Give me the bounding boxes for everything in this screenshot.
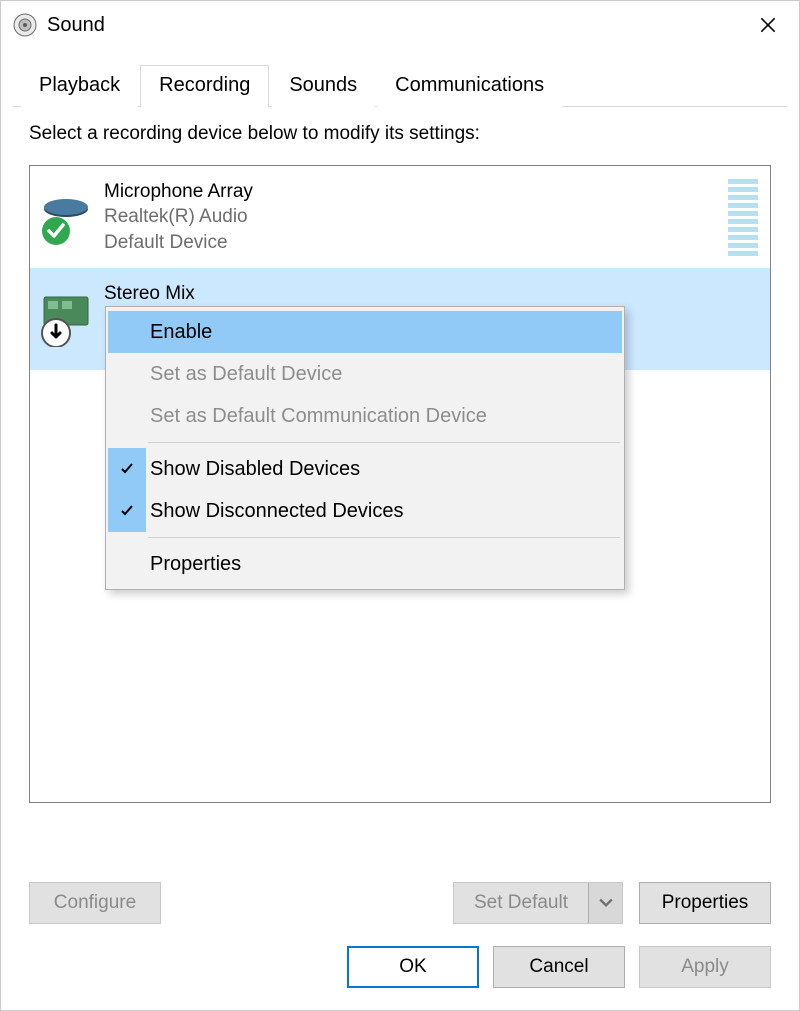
tab-sounds[interactable]: Sounds <box>271 66 375 107</box>
window-title: Sound <box>47 14 745 37</box>
titlebar: Sound <box>1 1 799 49</box>
check-icon <box>108 448 146 490</box>
properties-button[interactable]: Properties <box>639 882 771 924</box>
device-provider: Realtek(R) Audio <box>104 204 253 230</box>
cm-check-col <box>108 353 146 395</box>
device-texts: Microphone Array Realtek(R) Audio Defaul… <box>104 179 253 256</box>
cm-label: Set as Default Device <box>146 363 342 386</box>
context-menu-properties[interactable]: Properties <box>108 543 622 585</box>
cm-label: Set as Default Communication Device <box>146 405 487 428</box>
close-button[interactable] <box>745 2 791 48</box>
cm-separator <box>148 442 620 443</box>
cm-label: Properties <box>146 553 241 576</box>
device-name: Microphone Array <box>104 179 253 205</box>
cm-label: Show Disconnected Devices <box>146 500 403 523</box>
apply-button: Apply <box>639 946 771 988</box>
context-menu-set-default-comm: Set as Default Communication Device <box>108 395 622 437</box>
chevron-down-icon <box>588 883 622 923</box>
device-list[interactable]: Microphone Array Realtek(R) Audio Defaul… <box>29 165 771 803</box>
dialog-buttons: OK Cancel Apply <box>1 924 799 1010</box>
cm-check-col <box>108 311 146 353</box>
configure-button: Configure <box>29 882 161 924</box>
tab-recording[interactable]: Recording <box>140 65 269 108</box>
ok-button[interactable]: OK <box>347 946 479 988</box>
cancel-button[interactable]: Cancel <box>493 946 625 988</box>
microphone-icon <box>38 189 94 245</box>
cm-check-col <box>108 395 146 437</box>
tabs: Playback Recording Sounds Communications <box>1 49 799 107</box>
device-name: Stereo Mix <box>104 281 195 307</box>
context-menu: Enable Set as Default Device Set as Defa… <box>105 306 625 590</box>
cm-separator <box>148 537 620 538</box>
context-menu-show-disabled[interactable]: Show Disabled Devices <box>108 448 622 490</box>
tab-playback[interactable]: Playback <box>21 66 138 107</box>
cm-label: Show Disabled Devices <box>146 458 360 481</box>
device-item-microphone-array[interactable]: Microphone Array Realtek(R) Audio Defaul… <box>30 166 770 268</box>
context-menu-enable[interactable]: Enable <box>108 311 622 353</box>
device-status: Default Device <box>104 230 253 256</box>
set-default-label: Set Default <box>454 883 588 923</box>
context-menu-show-disconnected[interactable]: Show Disconnected Devices <box>108 490 622 532</box>
cm-label: Enable <box>146 321 212 344</box>
check-icon <box>108 490 146 532</box>
soundcard-icon <box>38 291 94 347</box>
instruction-text: Select a recording device below to modif… <box>29 123 771 145</box>
device-buttons-row: Configure Set Default Properties <box>1 860 799 924</box>
tab-communications[interactable]: Communications <box>377 66 562 107</box>
level-meter <box>728 176 758 256</box>
set-default-button: Set Default <box>453 882 623 924</box>
context-menu-set-default: Set as Default Device <box>108 353 622 395</box>
cm-check-col <box>108 543 146 585</box>
sound-icon <box>13 13 37 37</box>
tab-content: Select a recording device below to modif… <box>1 107 799 860</box>
sound-dialog: Sound Playback Recording Sounds Communic… <box>0 0 800 1011</box>
